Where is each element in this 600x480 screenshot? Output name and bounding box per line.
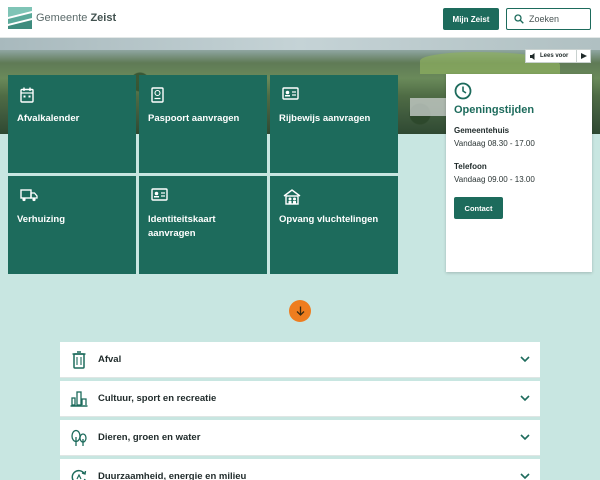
tile-verhuizing[interactable]: Verhuizing	[8, 176, 136, 274]
tile-label: Identiteitskaart aanvragen	[148, 214, 216, 239]
chevron-down-icon	[510, 434, 540, 441]
tile-afvalkalender[interactable]: Afvalkalender	[8, 75, 136, 173]
phone-label: Telefoon	[454, 162, 487, 171]
tile-label: Verhuizing	[17, 214, 66, 225]
tile-label: Paspoort aanvragen	[148, 113, 240, 124]
topic-label: Dieren, groen en water	[98, 432, 201, 443]
search-icon	[514, 14, 524, 24]
tree-icon	[60, 429, 98, 447]
culture-icon	[60, 390, 98, 408]
moving-truck-icon	[20, 189, 38, 202]
readspeaker-label: Lees voor	[540, 53, 569, 59]
topic-label: Afval	[98, 354, 122, 365]
topic-label: Cultuur, sport en recreatie	[98, 393, 217, 404]
tile-rijbewijs[interactable]: Rijbewijs aanvragen	[270, 75, 398, 173]
phone-hours: Vandaag 09.00 - 13.00	[454, 175, 535, 184]
shelter-icon	[283, 189, 301, 205]
tile-opvang-vluchtelingen[interactable]: Opvang vluchtelingen	[270, 176, 398, 274]
play-icon[interactable]	[576, 49, 590, 63]
passport-icon	[151, 87, 164, 103]
tile-label: Afvalkalender	[17, 113, 80, 124]
id-card-icon	[282, 87, 299, 100]
tile-label: Rijbewijs aanvragen	[279, 113, 371, 124]
scroll-down-button[interactable]	[289, 300, 311, 322]
logo-name: Zeist	[90, 12, 117, 24]
id-card-icon	[151, 188, 168, 201]
office-label: Gemeentehuis	[454, 126, 510, 135]
opening-hours-card: Openingstijden Gemeentehuis Vandaag 08.3…	[446, 74, 592, 272]
search-input[interactable]	[529, 14, 589, 24]
contact-button[interactable]: Contact	[454, 197, 503, 219]
logo-prefix: Gemeente	[36, 12, 88, 24]
hero-sky	[0, 38, 600, 50]
logo-text: Gemeente Zeist	[36, 12, 116, 24]
speaker-icon	[526, 52, 540, 60]
hero-building	[410, 98, 446, 116]
arrow-down-icon	[296, 306, 304, 316]
site-header: Gemeente Zeist Mijn Zeist	[0, 0, 600, 38]
clock-icon	[454, 82, 472, 100]
office-hours: Vandaag 08.30 - 17.00	[454, 139, 535, 148]
chevron-down-icon	[510, 395, 540, 402]
tile-identiteitskaart[interactable]: Identiteitskaart aanvragen	[139, 176, 267, 274]
topic-duurzaamheid[interactable]: Duurzaamheid, energie en milieu	[60, 459, 540, 480]
calendar-icon	[20, 87, 34, 103]
mijn-zeist-button[interactable]: Mijn Zeist	[443, 8, 499, 30]
topic-dieren-groen-water[interactable]: Dieren, groen en water	[60, 420, 540, 456]
logo-mark-icon	[8, 7, 32, 29]
search-box[interactable]	[506, 8, 591, 30]
recycle-icon	[60, 468, 98, 480]
topic-afval[interactable]: Afval	[60, 342, 540, 378]
readspeaker-button[interactable]: Lees voor	[525, 49, 591, 63]
topic-label: Duurzaamheid, energie en milieu	[98, 471, 247, 480]
tile-paspoort[interactable]: Paspoort aanvragen	[139, 75, 267, 173]
chevron-down-icon	[510, 356, 540, 363]
bin-icon	[60, 350, 98, 369]
chevron-down-icon	[510, 473, 540, 480]
topic-cultuur-sport-recreatie[interactable]: Cultuur, sport en recreatie	[60, 381, 540, 417]
logo[interactable]: Gemeente Zeist	[8, 7, 116, 29]
tile-label: Opvang vluchtelingen	[279, 214, 379, 225]
opening-hours-title: Openingstijden	[454, 104, 535, 116]
